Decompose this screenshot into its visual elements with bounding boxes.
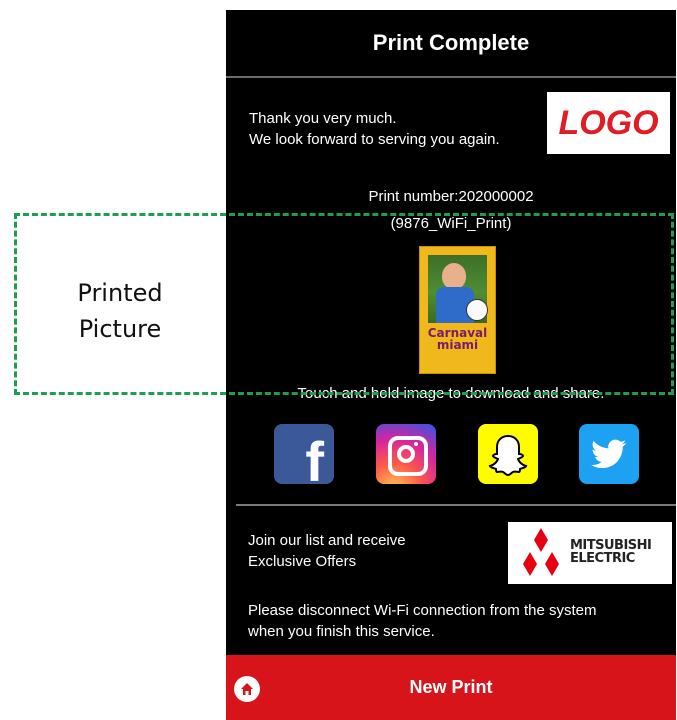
home-button[interactable] xyxy=(234,676,260,702)
print-number: Print number:202000002 xyxy=(368,188,534,205)
join-offer-text[interactable]: Join our list and receive Exclusive Offe… xyxy=(248,530,406,572)
home-icon xyxy=(241,683,253,695)
mitsubishi-diamonds-icon xyxy=(523,528,559,576)
photo-child-face xyxy=(442,263,466,289)
disconnect-line-1: Please disconnect Wi-Fi connection from … xyxy=(248,602,597,619)
annotation-line-1: Printed xyxy=(77,279,163,307)
instagram-button[interactable] xyxy=(376,424,436,484)
snapchat-icon xyxy=(488,434,528,477)
facebook-button[interactable]: f xyxy=(274,424,334,484)
thanks-line-2: We look forward to serving you again. xyxy=(249,131,500,148)
photo-image xyxy=(428,255,488,323)
disconnect-notice: Please disconnect Wi-Fi connection from … xyxy=(248,600,596,642)
join-line-2: Exclusive Offers xyxy=(248,553,357,570)
social-share-row: f xyxy=(226,424,676,486)
thanks-section: Thank you very much. We look forward to … xyxy=(226,78,676,170)
snapchat-button[interactable] xyxy=(478,424,538,484)
annotation-line-2: Picture xyxy=(78,315,162,343)
printed-picture-annotation: Printed Picture xyxy=(60,275,180,347)
thanks-line-1: Thank you very much. xyxy=(249,110,397,127)
join-line-1: Join our list and receive xyxy=(248,532,406,549)
facebook-icon: f xyxy=(305,430,324,485)
new-print-label: New Print xyxy=(409,677,493,697)
mitsubishi-logo: MITSUBISHI ELECTRIC xyxy=(508,522,672,584)
mitsubishi-wordmark: MITSUBISHI ELECTRIC xyxy=(570,539,652,566)
disconnect-line-2: when you finish this service. xyxy=(248,623,435,640)
store-logo: LOGO xyxy=(547,92,670,154)
photo-brand-text: Carnaval miami xyxy=(426,327,489,351)
print-source: (9876_WiFi_Print) xyxy=(390,215,512,232)
printed-photo[interactable]: Carnaval miami xyxy=(419,246,496,374)
thanks-message: Thank you very much. We look forward to … xyxy=(249,108,500,150)
page-title: Print Complete xyxy=(226,10,676,78)
instagram-dot xyxy=(414,442,418,446)
photo-brand-line-2: miami xyxy=(436,338,479,352)
mitsubishi-line-2: ELECTRIC xyxy=(570,551,635,566)
download-hint: Touch and hold image to download and sha… xyxy=(297,385,605,402)
instagram-lens xyxy=(397,445,415,463)
twitter-icon xyxy=(591,439,627,469)
section-divider xyxy=(236,504,676,506)
new-print-button[interactable]: New Print xyxy=(226,655,676,720)
twitter-button[interactable] xyxy=(579,424,639,484)
phone-screen: Print Complete Thank you very much. We l… xyxy=(226,10,676,720)
photo-soccer-ball xyxy=(466,299,488,321)
